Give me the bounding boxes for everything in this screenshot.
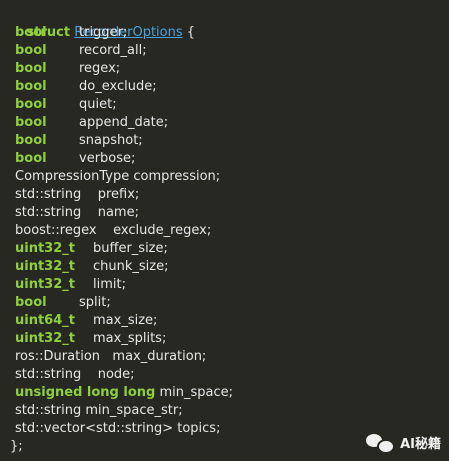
- member-buffer-size-name: buffer_size;: [93, 241, 168, 256]
- type-keyword: bool: [15, 151, 47, 166]
- type-keyword: uint32_t: [15, 277, 75, 292]
- member-limit: uint32_t: [15, 276, 75, 294]
- member-min-space: unsigned long long min_space;: [15, 384, 233, 402]
- type-keyword: uint32_t: [15, 331, 75, 346]
- member-max-duration: ros::Duration max_duration;: [15, 349, 207, 364]
- type-keyword: bool: [15, 97, 47, 112]
- type-keyword: bool: [15, 115, 47, 130]
- member-name: std::string name;: [15, 205, 139, 220]
- member-split: bool: [15, 294, 47, 312]
- member-trigger-name: trigger;: [79, 25, 128, 40]
- type-keyword: bool: [15, 25, 47, 40]
- member-append-date-name: append_date;: [79, 115, 169, 130]
- member-record-all: bool: [15, 42, 47, 60]
- member-record-all-name: record_all;: [79, 43, 147, 58]
- watermark: AI秘籍: [366, 429, 441, 455]
- member-do-exclude: bool: [15, 78, 47, 96]
- closing-brace: };: [10, 439, 23, 454]
- member-split-name: split;: [79, 295, 111, 310]
- member-quiet-name: quiet;: [79, 97, 117, 112]
- member-snapshot-name: snapshot;: [79, 133, 143, 148]
- type-keyword: unsigned long long: [15, 385, 156, 400]
- struct-declaration: struct RecorderOptions {: [10, 6, 196, 40]
- member-chunk-size-name: chunk_size;: [93, 259, 169, 274]
- wechat-icon: [366, 432, 396, 454]
- member-trigger: bool: [15, 24, 47, 42]
- member-max-size: uint64_t: [15, 312, 75, 330]
- member-buffer-size: uint32_t: [15, 240, 75, 258]
- member-regex: bool: [15, 60, 47, 78]
- type-keyword: bool: [15, 295, 47, 310]
- type-keyword: uint32_t: [15, 241, 75, 256]
- member-prefix: std::string prefix;: [15, 187, 140, 202]
- type-keyword: bool: [15, 133, 47, 148]
- member-append-date: bool: [15, 114, 47, 132]
- member-compression: CompressionType compression;: [15, 169, 221, 184]
- type-keyword: bool: [15, 61, 47, 76]
- type-keyword: uint32_t: [15, 259, 75, 274]
- member-max-splits: uint32_t: [15, 330, 75, 348]
- member-verbose: bool: [15, 150, 47, 168]
- member-quiet: bool: [15, 96, 47, 114]
- member-limit-name: limit;: [93, 277, 126, 292]
- member-verbose-name: verbose;: [79, 151, 136, 166]
- member-snapshot: bool: [15, 132, 47, 150]
- member-min-space-name: min_space;: [159, 385, 234, 400]
- member-min-space-str: std::string min_space_str;: [15, 403, 183, 418]
- open-brace: {: [182, 25, 196, 40]
- member-topics: std::vector<std::string> topics;: [15, 421, 221, 436]
- member-max-size-name: max_size;: [93, 313, 158, 328]
- member-node: std::string node;: [15, 367, 135, 382]
- type-keyword: bool: [15, 43, 47, 58]
- type-keyword: bool: [15, 79, 47, 94]
- watermark-label: AI秘籍: [400, 436, 441, 452]
- code-block: struct RecorderOptions { bool trigger; b…: [0, 0, 449, 461]
- member-max-splits-name: max_splits;: [93, 331, 167, 346]
- member-regex-name: regex;: [79, 61, 121, 76]
- member-do-exclude-name: do_exclude;: [79, 79, 157, 94]
- member-exclude-regex: boost::regex exclude_regex;: [15, 223, 212, 238]
- type-keyword: uint64_t: [15, 313, 75, 328]
- member-chunk-size: uint32_t: [15, 258, 75, 276]
